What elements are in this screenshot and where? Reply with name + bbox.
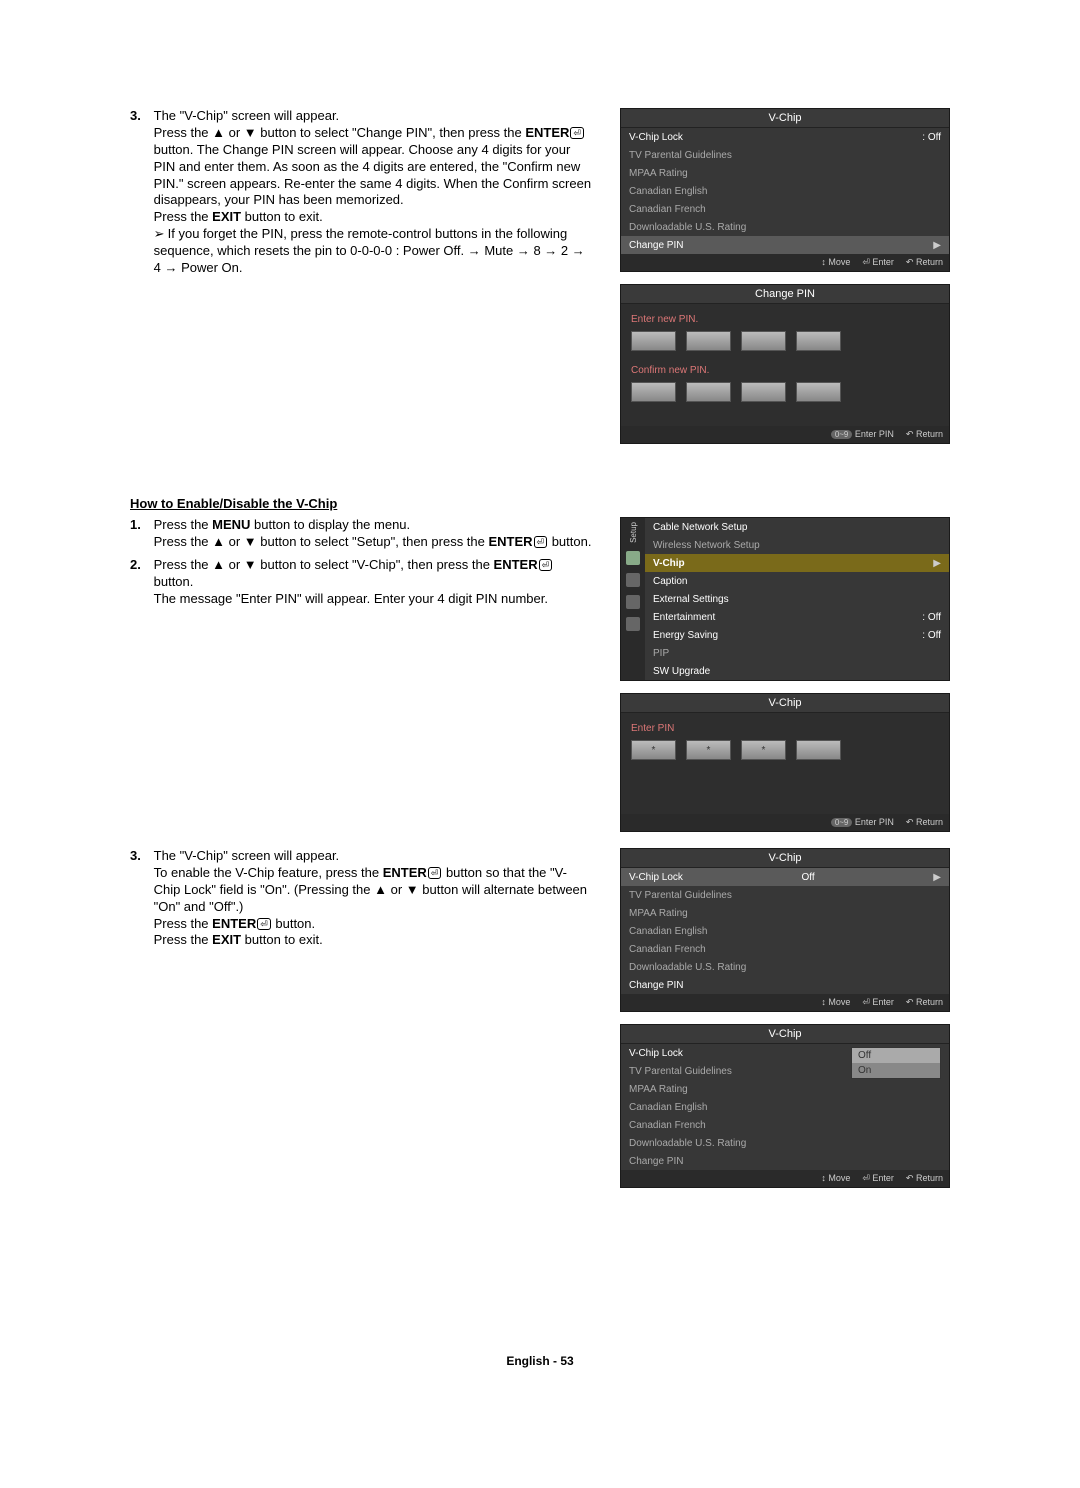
menu-row-cf: Canadian French (621, 940, 949, 958)
enter-new-pin-label: Enter new PIN. (631, 314, 939, 325)
menu-row-cf: Canadian French (621, 1116, 949, 1134)
enter-icon: ⏎ (257, 918, 271, 930)
pin-digit: * (741, 740, 786, 760)
pin-digit (631, 382, 676, 402)
pin-digit (686, 331, 731, 351)
menu-row-energy: Energy Saving: Off (645, 626, 949, 644)
setup-menu-osd: Setup Cable Network Setup Wireless Netwo… (620, 517, 950, 681)
app-icon (626, 617, 640, 631)
menu-row-dl: Downloadable U.S. Rating (621, 958, 949, 976)
step-text: The "V-Chip" screen will appear. Press t… (154, 108, 594, 277)
confirm-new-pin-label: Confirm new PIN. (631, 365, 939, 376)
menu-row-cf: Canadian French (621, 200, 949, 218)
osd-title: Change PIN (621, 285, 949, 304)
pin-digit (796, 331, 841, 351)
osd-footer: 0~9 Enter PIN ↶ Return (621, 426, 949, 443)
menu-row-ce: Canadian English (621, 922, 949, 940)
change-pin-osd: Change PIN Enter new PIN. Confirm new PI… (620, 284, 950, 444)
option-on: On (852, 1063, 940, 1078)
pin-digit (631, 331, 676, 351)
menu-row-mpaa: MPAA Rating (621, 164, 949, 182)
osd-footer: ↕ Move ⏎ Enter ↶ Return (621, 1170, 949, 1187)
osd-title: V-Chip (621, 849, 949, 868)
pill-0-9: 0~9 (831, 430, 853, 439)
pin-digit (741, 331, 786, 351)
vchip-menu-lock-osd: V-Chip V-Chip LockOff▶ TV Parental Guide… (620, 848, 950, 1012)
menu-row-ce: Canadian English (621, 1098, 949, 1116)
pin-digit (686, 382, 731, 402)
menu-row-cable: Cable Network Setup (645, 518, 949, 536)
osd-title: V-Chip (621, 694, 949, 713)
enter-icon: ⏎ (534, 536, 548, 548)
input-icon (626, 595, 640, 609)
option-off: Off (852, 1048, 940, 1063)
osd-title: V-Chip (621, 109, 949, 128)
pin-digit: * (686, 740, 731, 760)
chevron-right-icon: ▶ (933, 558, 941, 569)
menu-row-changepin: Change PIN (621, 1152, 949, 1170)
step-text: Press the MENU button to display the men… (154, 517, 594, 551)
menu-row-external: External Settings (645, 590, 949, 608)
osd-footer: ↕ Move ⏎ Enter ↶ Return (621, 254, 949, 271)
menu-row-lock: V-Chip Lock: Off (621, 128, 949, 146)
enter-pin-label: Enter PIN (631, 723, 939, 734)
pill-0-9: 0~9 (831, 818, 853, 827)
step-number: 1. (130, 517, 150, 532)
vchip-menu-toggle-osd: V-Chip V-Chip Lock TV Parental Guideline… (620, 1024, 950, 1188)
menu-row-entertainment: Entertainment: Off (645, 608, 949, 626)
menu-row-lock-highlight: V-Chip LockOff▶ (621, 868, 949, 886)
gear-icon (626, 573, 640, 587)
pin-digit: * (631, 740, 676, 760)
step-3-bottom: 3. The "V-Chip" screen will appear. To e… (130, 848, 600, 955)
steps-1-2: 1. Press the MENU button to display the … (130, 517, 600, 613)
step-text: The "V-Chip" screen will appear. To enab… (154, 848, 594, 949)
on-off-dropdown: Off On (851, 1047, 941, 1079)
osd-title: V-Chip (621, 1025, 949, 1044)
menu-row-dl: Downloadable U.S. Rating (621, 218, 949, 236)
osd-footer: 0~9 Enter PIN ↶ Return (621, 814, 949, 831)
enter-icon: ⏎ (428, 867, 442, 879)
step-number: 2. (130, 557, 150, 572)
step-3-top: 3. The "V-Chip" screen will appear. Pres… (130, 108, 600, 283)
menu-row-ce: Canadian English (621, 182, 949, 200)
menu-row-caption: Caption (645, 572, 949, 590)
chevron-right-icon: ▶ (933, 240, 941, 251)
chevron-right-icon: ▶ (933, 872, 941, 883)
enter-icon: ⏎ (570, 127, 584, 139)
menu-row-wireless: Wireless Network Setup (645, 536, 949, 554)
osd-footer: ↕ Move ⏎ Enter ↶ Return (621, 994, 949, 1011)
menu-row-pip: PIP (645, 644, 949, 662)
menu-row-mpaa: MPAA Rating (621, 1080, 949, 1098)
enter-icon: ⏎ (539, 559, 553, 571)
menu-row-changepin: Change PIN (621, 976, 949, 994)
vchip-enter-pin-osd: V-Chip Enter PIN * * * 0~9 Enter PIN ↶ R… (620, 693, 950, 832)
pin-digit (796, 740, 841, 760)
menu-row-dl: Downloadable U.S. Rating (621, 1134, 949, 1152)
pin-digit (741, 382, 786, 402)
plug-icon (626, 551, 640, 565)
pin-input-row (631, 331, 939, 351)
menu-row-vchip-highlight: V-Chip▶ (645, 554, 949, 572)
section-heading-enable-disable: How to Enable/Disable the V-Chip (130, 496, 950, 511)
setup-side-tab: Setup (621, 518, 645, 680)
osd-column-bottom: V-Chip V-Chip LockOff▶ TV Parental Guide… (620, 848, 950, 1200)
pin-input-row (631, 382, 939, 402)
osd-column-top: V-Chip V-Chip Lock: Off TV Parental Guid… (620, 108, 950, 456)
menu-row-tv: TV Parental Guidelines (621, 886, 949, 904)
step-number: 3. (130, 848, 150, 863)
page-footer: English - 53 (0, 1354, 1080, 1368)
note-arrow-icon: ➢ (154, 226, 168, 243)
osd-column-mid: Setup Cable Network Setup Wireless Netwo… (620, 517, 950, 844)
step-number: 3. (130, 108, 150, 123)
vchip-menu-osd: V-Chip V-Chip Lock: Off TV Parental Guid… (620, 108, 950, 272)
menu-row-sw: SW Upgrade (645, 662, 949, 680)
step-text: Press the ▲ or ▼ button to select "V-Chi… (154, 557, 594, 608)
menu-row-tv: TV Parental Guidelines (621, 146, 949, 164)
menu-row-mpaa: MPAA Rating (621, 904, 949, 922)
menu-row-changepin-highlight: Change PIN▶ (621, 236, 949, 254)
pin-digit (796, 382, 841, 402)
pin-input-row: * * * (631, 740, 939, 760)
